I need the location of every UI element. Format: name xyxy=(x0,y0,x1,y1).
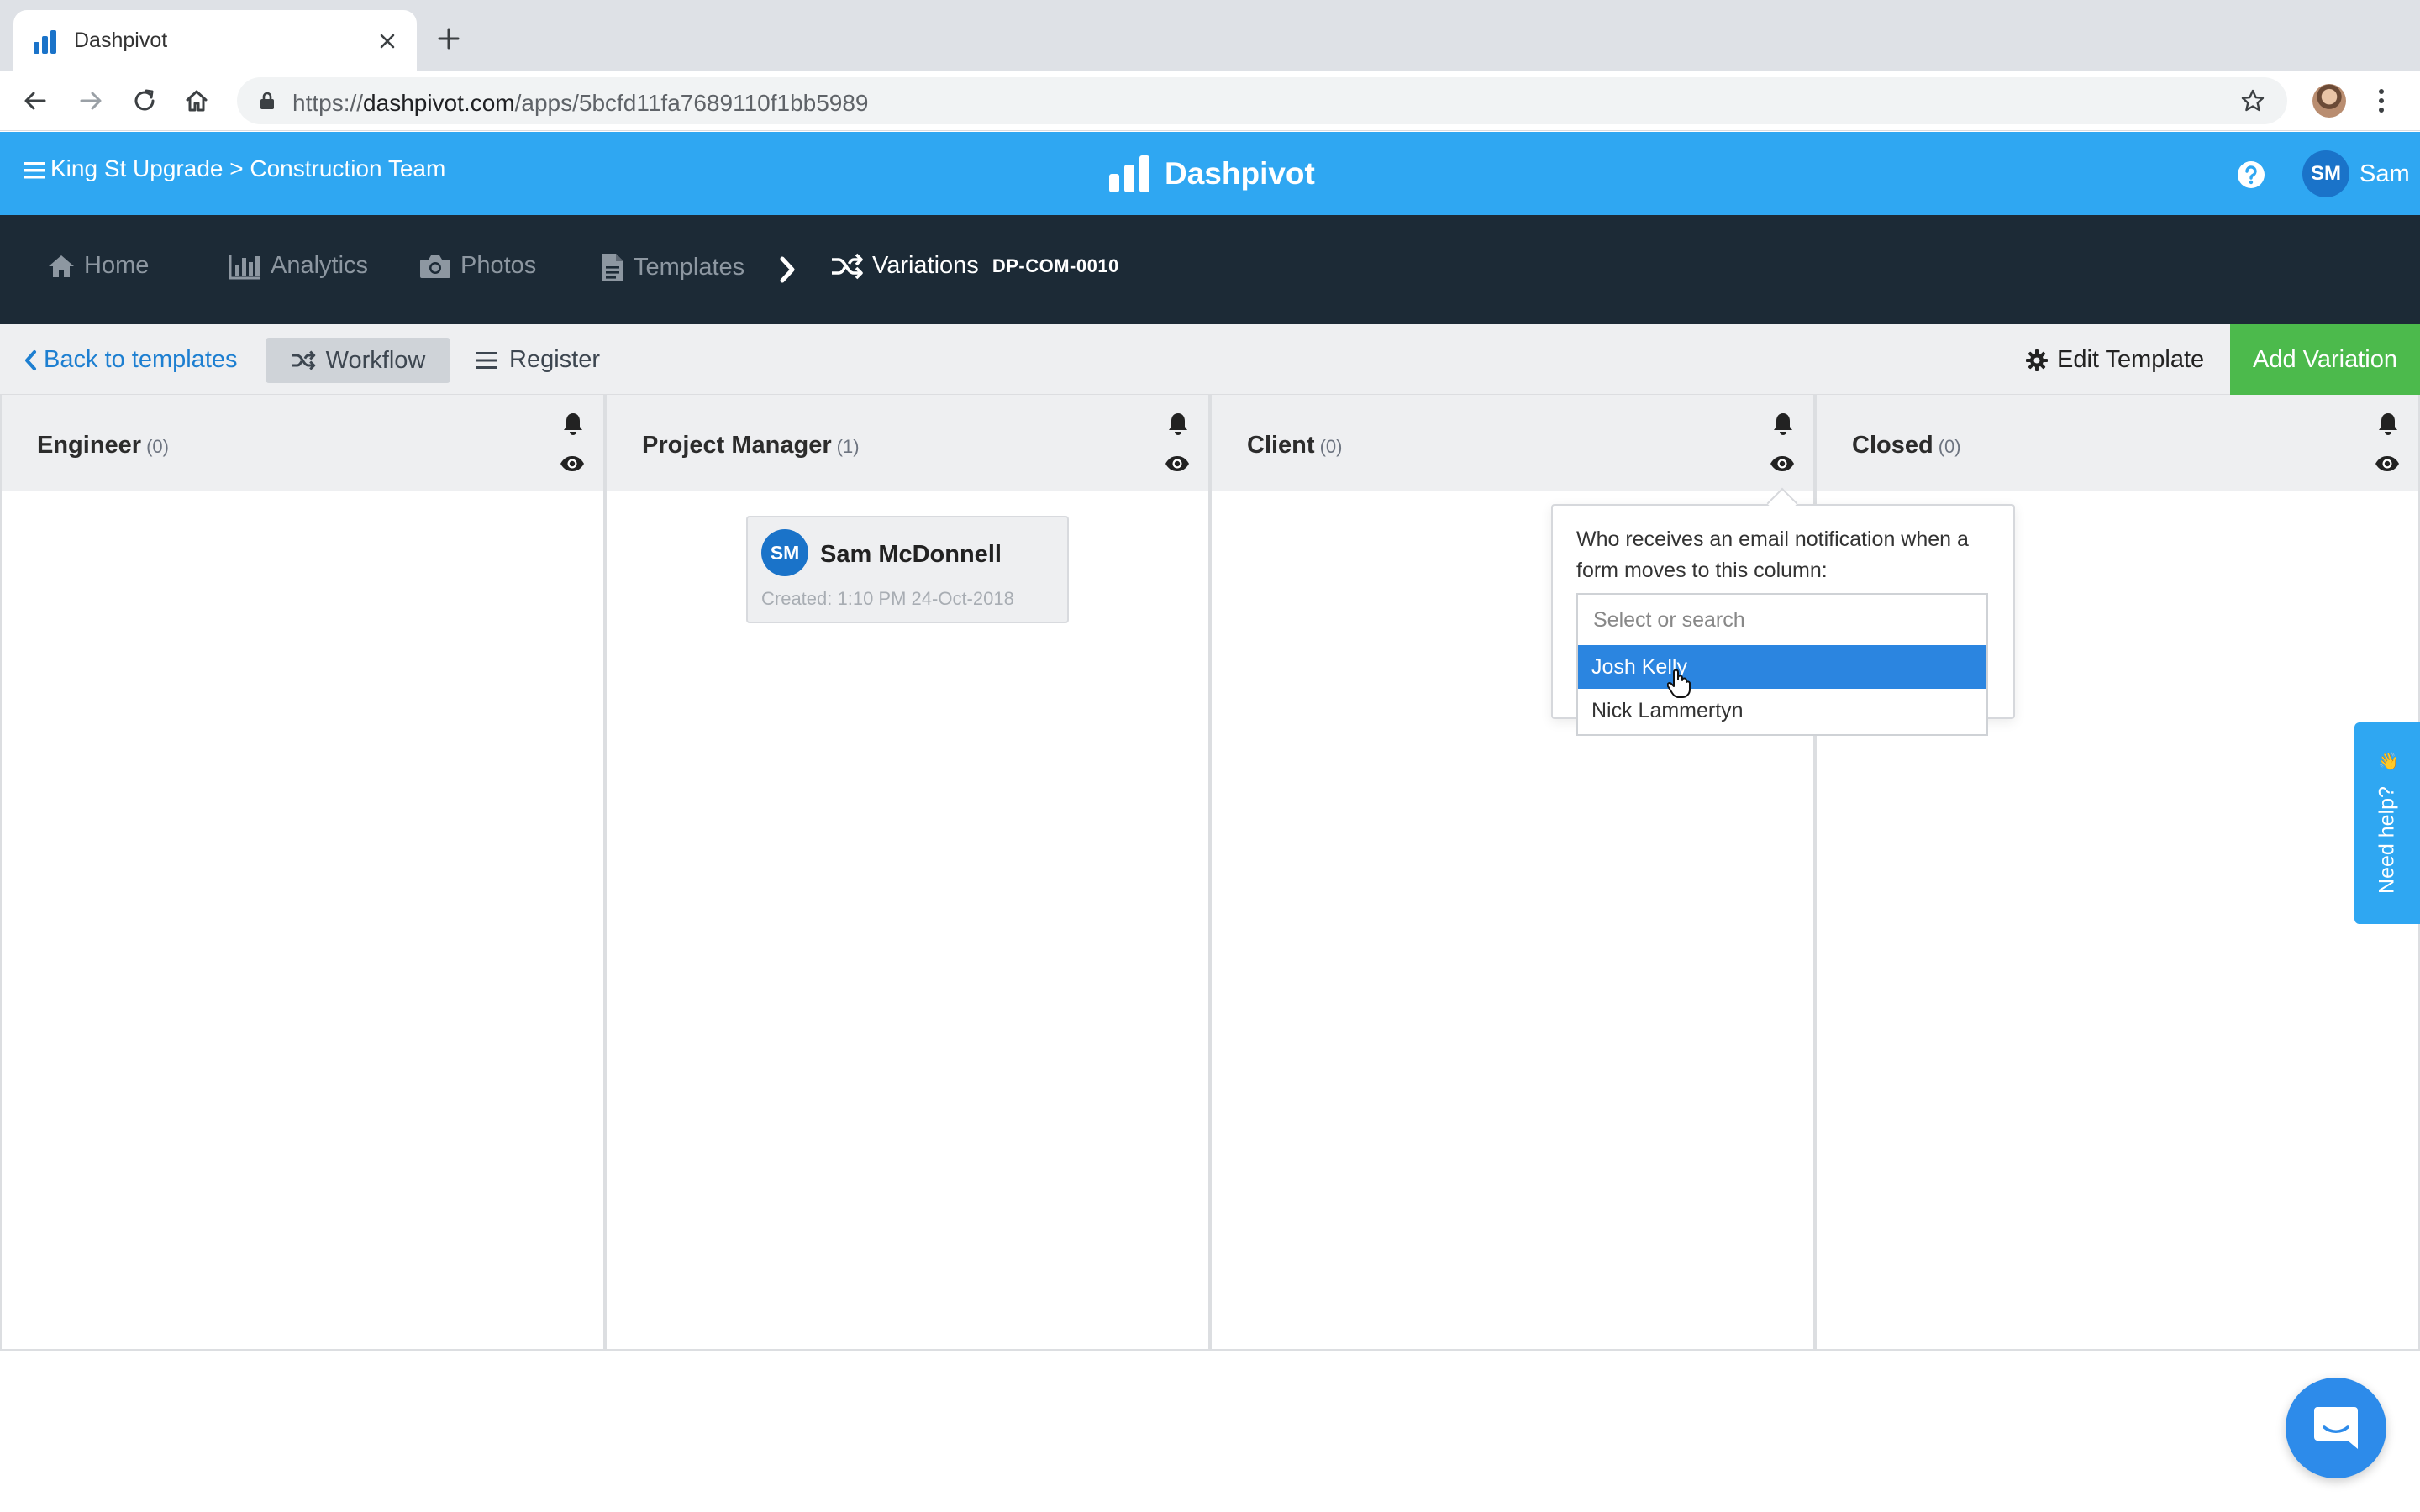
need-help-label: Need help? xyxy=(2375,786,2399,894)
nav-photos[interactable]: Photos xyxy=(418,252,536,280)
nav-photos-label: Photos xyxy=(460,252,537,279)
brand-name: Dashpivot xyxy=(1165,156,1315,191)
reload-icon[interactable] xyxy=(131,87,158,114)
nav-templates[interactable]: Templates xyxy=(600,252,744,282)
dashpivot-favicon-icon xyxy=(32,29,60,55)
dashpivot-logo-icon xyxy=(1107,154,1153,194)
address-bar[interactable]: https://dashpivot.com/apps/5bcfd11fa7689… xyxy=(237,77,2287,124)
column-title: Project Manager (1) xyxy=(642,432,860,459)
column-title: Closed (0) xyxy=(1852,432,1961,459)
back-link-label: Back to templates xyxy=(44,346,238,373)
dropdown-option[interactable]: Nick Lammertyn xyxy=(1578,689,1986,732)
browser-toolbar: https://dashpivot.com/apps/5bcfd11fa7689… xyxy=(0,71,2420,131)
nav-templates-label: Templates xyxy=(634,253,745,281)
hamburger-menu-icon[interactable] xyxy=(24,160,45,181)
main-navigation: Home Analytics Photos Templates Variatio… xyxy=(0,215,2420,324)
column-header: Project Manager (1) xyxy=(607,395,1208,491)
visibility-eye-icon[interactable] xyxy=(1165,455,1190,472)
column-count: (0) xyxy=(1319,436,1343,457)
edit-template-button[interactable]: Edit Template xyxy=(2025,346,2204,374)
shuffle-icon xyxy=(292,350,315,370)
chevron-right-icon xyxy=(778,255,797,284)
column-header: Engineer (0) xyxy=(2,395,603,491)
nav-home[interactable]: Home xyxy=(47,252,149,280)
visibility-eye-icon[interactable] xyxy=(560,455,585,472)
bar-chart-icon xyxy=(229,254,260,279)
browser-tab-strip: Dashpivot xyxy=(0,0,2420,71)
home-browser-icon[interactable] xyxy=(183,87,210,114)
new-tab-icon[interactable] xyxy=(437,27,460,50)
nav-current-label: Variations xyxy=(872,252,979,279)
card-avatar: SM xyxy=(761,529,808,576)
user-name[interactable]: Sam xyxy=(2360,160,2410,188)
project-team-breadcrumb[interactable]: King St Upgrade > Construction Team xyxy=(50,155,445,182)
dropdown-option[interactable]: Josh Kelly xyxy=(1578,645,1986,689)
document-icon xyxy=(602,254,623,281)
browser-profile-avatar[interactable] xyxy=(2312,84,2346,118)
column-count: (0) xyxy=(1938,436,1961,457)
chat-launcher-button[interactable] xyxy=(2286,1378,2386,1478)
column-title: Client (0) xyxy=(1247,432,1343,459)
recipient-dropdown: Josh Kelly Nick Lammertyn xyxy=(1576,645,1988,736)
notification-bell-icon[interactable] xyxy=(1771,412,1795,437)
tab-close-icon[interactable] xyxy=(376,30,398,52)
register-label: Register xyxy=(509,346,600,373)
card-author-name: Sam McDonnell xyxy=(820,541,1002,568)
form-code: DP-COM-0010 xyxy=(992,255,1119,276)
edit-template-label: Edit Template xyxy=(2057,346,2205,373)
wave-emoji-icon: 👋 xyxy=(2378,753,2399,771)
browser-tab[interactable]: Dashpivot xyxy=(13,10,417,71)
forward-arrow-icon[interactable] xyxy=(77,87,104,114)
workflow-column: Project Manager (1) SM Sam McDonnell Crea… xyxy=(605,395,1210,1351)
column-header: Closed (0) xyxy=(1817,395,2418,491)
column-count: (1) xyxy=(836,436,860,457)
popover-description: Who receives an email notification when … xyxy=(1576,528,1969,582)
help-question-icon[interactable] xyxy=(2237,160,2265,189)
list-icon xyxy=(476,351,497,369)
chevron-left-icon xyxy=(25,349,36,370)
back-arrow-icon[interactable] xyxy=(22,87,49,114)
brand-logo[interactable]: Dashpivot xyxy=(1107,150,1315,197)
hand-pointer-cursor-icon xyxy=(1667,669,1691,699)
visibility-eye-icon[interactable] xyxy=(2375,455,2400,472)
column-count: (0) xyxy=(146,436,169,457)
nav-analytics[interactable]: Analytics xyxy=(229,252,368,280)
nav-current-template[interactable]: Variations DP-COM-0010 xyxy=(830,252,1119,280)
card-created-date: Created: 1:10 PM 24-Oct-2018 xyxy=(761,588,1014,609)
register-tab[interactable]: Register xyxy=(476,346,600,374)
form-card[interactable]: SM Sam McDonnell Created: 1:10 PM 24-Oct… xyxy=(746,516,1069,623)
workflow-label: Workflow xyxy=(325,346,426,374)
add-variation-button[interactable]: Add Variation xyxy=(2230,324,2420,395)
workflow-tab[interactable]: Workflow xyxy=(266,338,450,383)
url-text: https://dashpivot.com/apps/5bcfd11fa7689… xyxy=(292,90,869,116)
workflow-column: Engineer (0) xyxy=(0,395,605,1351)
nav-home-label: Home xyxy=(84,252,150,279)
browser-menu-icon[interactable] xyxy=(2376,87,2386,114)
user-avatar[interactable]: SM xyxy=(2302,150,2349,197)
template-subbar: Back to templates Workflow Register Edit… xyxy=(0,324,2420,395)
notification-bell-icon[interactable] xyxy=(561,412,585,437)
home-icon xyxy=(49,255,74,277)
back-to-templates-link[interactable]: Back to templates xyxy=(24,346,238,374)
tab-title: Dashpivot xyxy=(74,29,168,52)
notification-bell-icon[interactable] xyxy=(1166,412,1190,437)
column-title: Engineer (0) xyxy=(37,432,169,459)
camera-icon xyxy=(420,255,450,278)
bookmark-star-icon[interactable] xyxy=(2240,88,2265,113)
app-header: King St Upgrade > Construction Team Dash… xyxy=(0,132,2420,215)
shuffle-icon xyxy=(832,253,863,279)
nav-analytics-label: Analytics xyxy=(271,252,369,279)
chat-bubble-icon xyxy=(2314,1407,2358,1449)
gear-icon xyxy=(2026,349,2048,371)
workflow-board: Engineer (0) Project Manager (1) SM Sam Mc… xyxy=(0,395,2420,1351)
column-header: Client (0) xyxy=(1212,395,1813,491)
lock-icon xyxy=(259,92,276,110)
notification-bell-icon[interactable] xyxy=(2376,412,2400,437)
need-help-tab[interactable]: 👋 Need help? xyxy=(2354,722,2420,924)
visibility-eye-icon[interactable] xyxy=(1770,455,1795,472)
recipient-search-input[interactable] xyxy=(1576,593,1988,647)
